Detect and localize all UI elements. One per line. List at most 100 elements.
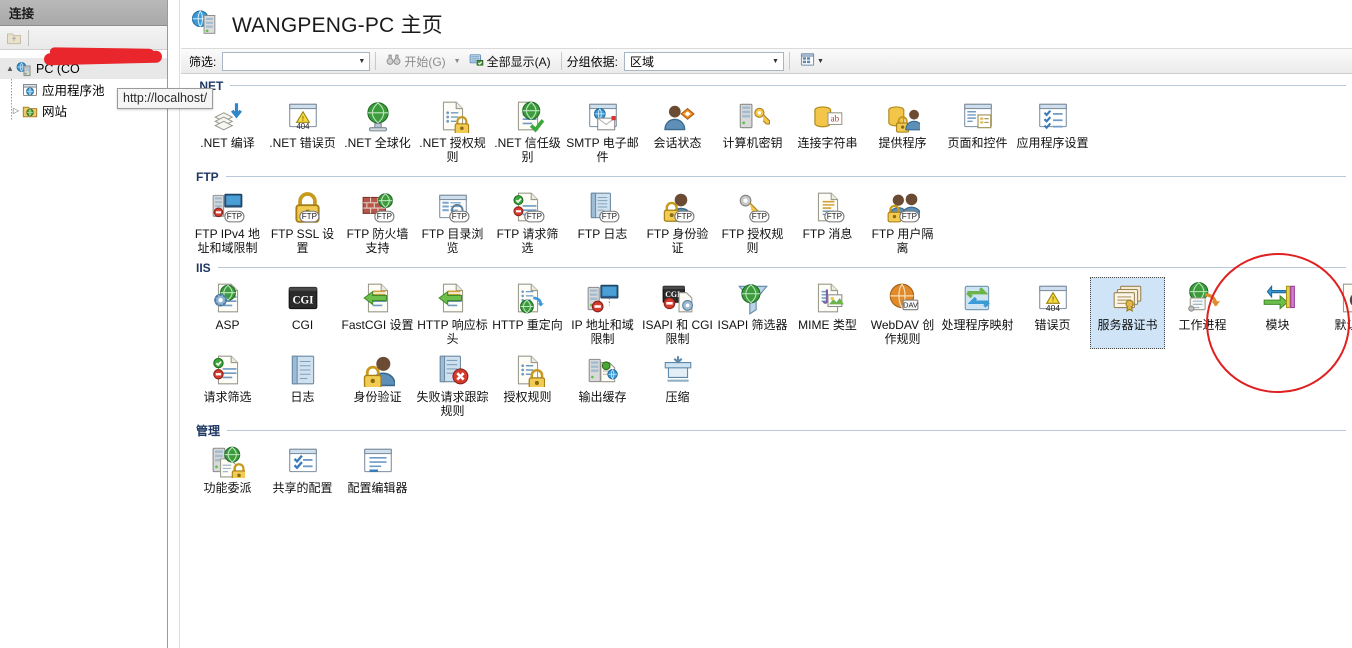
feature-row: ASPCGICGIFastCGI 设置HTTP 响应标头HTTP 重定向IP 地… <box>181 277 1352 349</box>
svg-text:404: 404 <box>296 122 310 131</box>
view-mode-button[interactable]: ▼ <box>795 51 829 71</box>
feature-item-connection-strings[interactable]: ab连接字符串 <box>790 95 865 167</box>
start-split-arrow-icon[interactable]: ▼ <box>451 58 464 65</box>
feature-item-pages-and-controls[interactable]: 页面和控件 <box>940 95 1015 167</box>
feature-item-compression[interactable]: 压缩 <box>640 349 715 421</box>
group-by-select[interactable]: 区域 ▼ <box>624 52 784 71</box>
feature-item-ip-address-domain-restrictions[interactable]: IP 地址和域限制 <box>565 277 640 349</box>
start-filter-label: 开始(G) <box>404 53 445 70</box>
feature-item-worker-processes[interactable]: 工作进程 <box>1165 277 1240 349</box>
feature-item-machine-key[interactable]: 计算机密钥 <box>715 95 790 167</box>
feature-item-label: .NET 编译 <box>191 136 264 150</box>
feature-item-ftp-ssl-settings[interactable]: FTPFTP SSL 设置 <box>265 186 340 258</box>
feature-item-net-trust-levels[interactable]: .NET 信任级别 <box>490 95 565 167</box>
chevron-down-icon[interactable]: ▼ <box>358 58 365 65</box>
feature-item-label: FTP 防火墙支持 <box>341 227 414 255</box>
net-trust-levels-icon <box>511 99 545 133</box>
asp-icon <box>211 281 245 315</box>
feature-item-label: 请求筛选 <box>191 390 264 404</box>
feature-item-request-filtering[interactable]: 请求筛选 <box>190 349 265 421</box>
feature-item-isapi-filters[interactable]: ISAPI 筛选器 <box>715 277 790 349</box>
iis-manager-window: 连接 ▲ PC <box>0 0 1352 648</box>
feature-item-label: FTP SSL 设置 <box>266 227 339 255</box>
feature-item-ftp-authentication[interactable]: FTPFTP 身份验证 <box>640 186 715 258</box>
expander-collapse-icon[interactable]: ▲ <box>4 64 16 73</box>
feature-item-label: HTTP 响应标头 <box>416 318 489 346</box>
feature-item-net-error-pages[interactable]: !404.NET 错误页 <box>265 95 340 167</box>
feature-item-label: 日志 <box>266 390 339 404</box>
feature-item-label: 应用程序设置 <box>1016 136 1089 150</box>
cgi-icon: CGI <box>286 281 320 315</box>
feature-item-isapi-cgi-restrictions[interactable]: CGIISAPI 和 CGI 限制 <box>640 277 715 349</box>
feature-item-label: 处理程序映射 <box>941 318 1014 332</box>
feature-item-ftp-logging[interactable]: FTPFTP 日志 <box>565 186 640 258</box>
feature-item-ftp-authorization-rules[interactable]: FTPFTP 授权规则 <box>715 186 790 258</box>
feature-item-error-pages[interactable]: !404错误页 <box>1015 277 1090 349</box>
feature-item-authentication[interactable]: 身份验证 <box>340 349 415 421</box>
isapi-filters-icon <box>736 281 770 315</box>
show-all-button[interactable]: 全部显示(A) <box>464 51 556 71</box>
svg-text:FTP: FTP <box>226 212 241 221</box>
feature-item-cgi[interactable]: CGICGI <box>265 277 340 349</box>
feature-item-application-settings[interactable]: 应用程序设置 <box>1015 95 1090 167</box>
feature-item-label: 页面和控件 <box>941 136 1014 150</box>
group-title: FTP <box>196 170 219 184</box>
feature-item-ftp-firewall-support[interactable]: FTPFTP 防火墙支持 <box>340 186 415 258</box>
server-icon <box>16 61 32 77</box>
feature-item-smtp-email[interactable]: SMTP 电子邮件 <box>565 95 640 167</box>
chevron-down-icon[interactable]: ▼ <box>817 58 824 65</box>
folder-up-icon[interactable] <box>6 30 22 46</box>
chevron-down-icon[interactable]: ▼ <box>772 58 779 65</box>
webdav-authoring-rules-icon: DAV <box>886 281 920 315</box>
http-redirect-icon <box>511 281 545 315</box>
feature-item-shared-configuration[interactable]: 共享的配置 <box>265 440 340 498</box>
feature-item-server-certificates[interactable]: 服务器证书 <box>1090 277 1165 349</box>
feature-group: IISASPCGICGIFastCGI 设置HTTP 响应标头HTTP 重定向I… <box>181 258 1352 421</box>
feature-delegation-icon <box>211 444 245 478</box>
tooltip: http://localhost/ <box>117 88 213 109</box>
feature-item-label: 压缩 <box>641 390 714 404</box>
feature-item-mime-types[interactable]: MIME 类型 <box>790 277 865 349</box>
start-filter-button[interactable]: 开始(G) <box>381 51 450 71</box>
pages-and-controls-icon <box>961 99 995 133</box>
feature-item-fastcgi-settings[interactable]: FastCGI 设置 <box>340 277 415 349</box>
feature-item-label: .NET 错误页 <box>266 136 339 150</box>
group-header: .NET <box>181 76 1352 95</box>
feature-item-default-document[interactable]: 默认文 <box>1315 277 1352 349</box>
filter-input[interactable]: ▼ <box>222 52 370 71</box>
expander-expand-icon[interactable]: ▷ <box>10 106 22 115</box>
authentication-icon <box>361 353 395 387</box>
feature-item-output-caching[interactable]: 输出缓存 <box>565 349 640 421</box>
default-document-icon <box>1336 281 1352 315</box>
request-filtering-icon <box>211 353 245 387</box>
feature-item-label: 服务器证书 <box>1091 318 1164 332</box>
feature-item-session-state[interactable]: 会话状态 <box>640 95 715 167</box>
feature-item-net-globalization[interactable]: .NET 全球化 <box>340 95 415 167</box>
svg-text:FTP: FTP <box>526 212 541 221</box>
feature-item-feature-delegation[interactable]: 功能委派 <box>190 440 265 498</box>
feature-item-ftp-directory-browsing[interactable]: FTPFTP 目录浏览 <box>415 186 490 258</box>
feature-item-ftp-messages[interactable]: FTPFTP 消息 <box>790 186 865 258</box>
feature-item-ftp-request-filtering[interactable]: FTPFTP 请求筛选 <box>490 186 565 258</box>
worker-processes-icon <box>1186 281 1220 315</box>
feature-item-asp[interactable]: ASP <box>190 277 265 349</box>
feature-item-label: .NET 授权规则 <box>416 136 489 164</box>
ftp-authentication-icon: FTP <box>661 190 695 224</box>
feature-item-ftp-user-isolation[interactable]: FTPFTP 用户隔离 <box>865 186 940 258</box>
feature-item-handler-mappings[interactable]: 处理程序映射 <box>940 277 1015 349</box>
feature-item-http-response-headers[interactable]: HTTP 响应标头 <box>415 277 490 349</box>
feature-item-modules[interactable]: 模块 <box>1240 277 1315 349</box>
server-certificates-icon <box>1111 281 1145 315</box>
feature-item-logging[interactable]: 日志 <box>265 349 340 421</box>
feature-item-webdav-authoring-rules[interactable]: DAVWebDAV 创作规则 <box>865 277 940 349</box>
feature-item-http-redirect[interactable]: HTTP 重定向 <box>490 277 565 349</box>
feature-item-authorization-rules[interactable]: 授权规则 <box>490 349 565 421</box>
configuration-editor-icon <box>361 444 395 478</box>
feature-item-ftp-ipv4-restrictions[interactable]: FTP FTP IPv4 地址和域限制 <box>190 186 265 258</box>
feature-item-label: FTP IPv4 地址和域限制 <box>191 227 264 255</box>
toolbar-separator <box>789 52 790 70</box>
feature-item-providers[interactable]: 提供程序 <box>865 95 940 167</box>
feature-item-net-authorization-rules[interactable]: .NET 授权规则 <box>415 95 490 167</box>
feature-item-failed-request-tracing-rules[interactable]: 失败请求跟踪规则 <box>415 349 490 421</box>
feature-item-configuration-editor[interactable]: 配置编辑器 <box>340 440 415 498</box>
